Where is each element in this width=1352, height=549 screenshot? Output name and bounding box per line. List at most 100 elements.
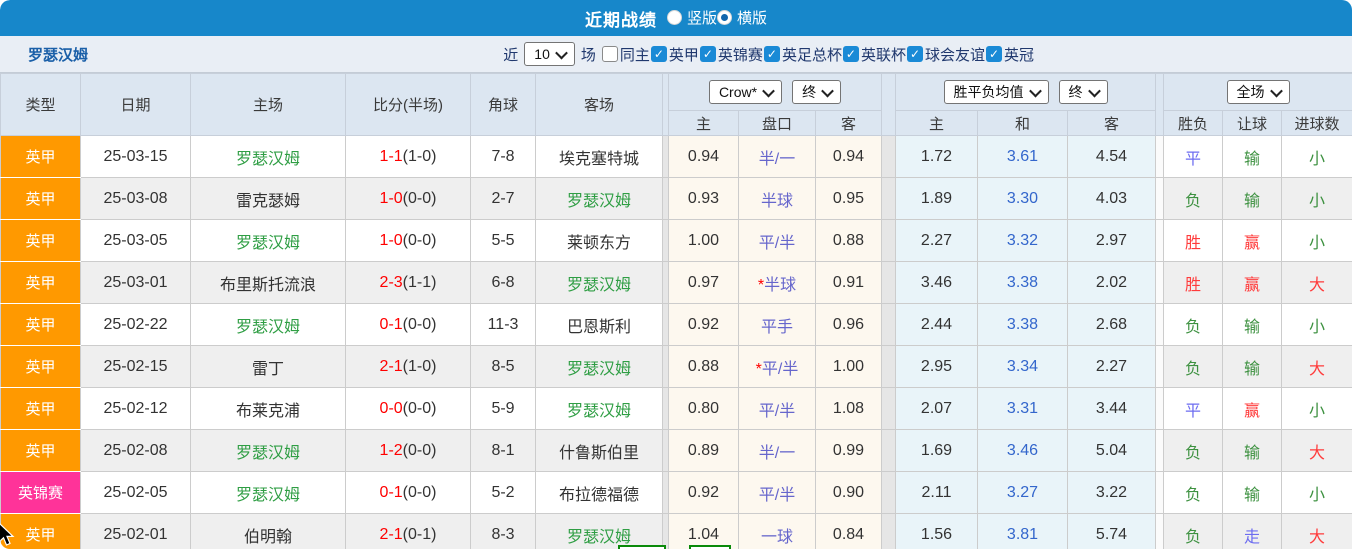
fulltime-score: 1-1: [380, 148, 403, 165]
handicap-line-text: 半球: [764, 277, 796, 294]
away-team-cell[interactable]: 罗瑟汉姆: [536, 388, 663, 430]
handicap-line-cell: 半/一: [739, 430, 816, 472]
col-header-away: 客场: [536, 74, 663, 136]
separator: [1156, 514, 1164, 549]
result-wdl-cell: 负: [1164, 472, 1223, 514]
checkbox-4[interactable]: ✓: [843, 46, 859, 62]
handicap-line-cell: 平/半: [739, 472, 816, 514]
checkbox-label: 球会友谊: [925, 44, 985, 65]
filters: 近 10 场 同主✓英甲✓英锦赛✓英足总杯✓英联杯✓球会友谊✓英冠: [503, 42, 1034, 66]
radio-icon[interactable]: [667, 10, 682, 25]
fulltime-score: 0-0: [380, 400, 403, 417]
col-header-score: 比分(半场): [346, 74, 471, 136]
match-row: 英甲25-03-01布里斯托流浪2-3(1-1)6-8罗瑟汉姆0.97*半球0.…: [1, 262, 1352, 304]
home-team-cell[interactable]: 罗瑟汉姆: [191, 136, 346, 178]
result-handicap-cell: 输: [1223, 136, 1282, 178]
odds-away-cell: 5.74: [1068, 514, 1156, 549]
team-name[interactable]: 罗瑟汉姆: [28, 44, 88, 65]
radio-icon[interactable]: [717, 10, 732, 25]
odds-away-cell: 3.22: [1068, 472, 1156, 514]
layout-radio-vertical[interactable]: 竖版: [667, 7, 717, 28]
away-team-cell[interactable]: 罗瑟汉姆: [536, 514, 663, 549]
handicap-company-select[interactable]: Crow*: [709, 80, 782, 104]
home-team-cell[interactable]: 布里斯托流浪: [191, 262, 346, 304]
away-team-cell[interactable]: 罗瑟汉姆: [536, 346, 663, 388]
home-team-cell[interactable]: 雷丁: [191, 346, 346, 388]
match-row: 英甲25-02-01伯明翰2-1(0-1)8-3罗瑟汉姆1.04一球0.841.…: [1, 514, 1352, 549]
separator: [1156, 346, 1164, 388]
odds-company-select[interactable]: 胜平负均值: [944, 80, 1049, 104]
halftime-score: (0-0): [403, 232, 437, 249]
home-team-cell[interactable]: 雷克瑟姆: [191, 178, 346, 220]
checkbox-1[interactable]: ✓: [651, 46, 667, 62]
checkbox-5[interactable]: ✓: [907, 46, 923, 62]
checkbox-2[interactable]: ✓: [700, 46, 716, 62]
chevron-down-icon: [821, 84, 834, 97]
away-team-cell[interactable]: 巴恩斯利: [536, 304, 663, 346]
layout-radio-horizontal[interactable]: 横版: [717, 7, 767, 28]
matches-count-select[interactable]: 10: [524, 42, 575, 66]
handicap-time-select[interactable]: 终: [792, 80, 841, 104]
date-cell: 25-02-15: [81, 346, 191, 388]
away-team-cell[interactable]: 莱顿东方: [536, 220, 663, 262]
handicap-line-cell: *平/半: [739, 346, 816, 388]
odds-home-cell: 2.11: [896, 472, 978, 514]
home-team-cell[interactable]: 伯明翰: [191, 514, 346, 549]
odds-home-cell: 2.44: [896, 304, 978, 346]
score-cell: 1-2(0-0): [346, 430, 471, 472]
checkbox-6[interactable]: ✓: [986, 46, 1002, 62]
separator: [882, 514, 896, 549]
chevron-down-icon: [1270, 84, 1283, 97]
odds-section-header: 胜平负均值 终: [896, 74, 1156, 111]
separator: [1156, 430, 1164, 472]
away-team-cell[interactable]: 罗瑟汉姆: [536, 262, 663, 304]
odds-away-cell: 2.68: [1068, 304, 1156, 346]
result-goals-cell: 小: [1282, 388, 1352, 430]
match-row: 英甲25-03-05罗瑟汉姆1-0(0-0)5-5莱顿东方1.00平/半0.88…: [1, 220, 1352, 262]
filter-item: 同主: [602, 44, 650, 65]
partial-next-section-box: [618, 545, 666, 549]
handicap-line-text: 半/一: [759, 445, 795, 462]
scope-select[interactable]: 全场: [1227, 80, 1290, 104]
corner-cell: 7-8: [471, 136, 536, 178]
result-goals-cell: 大: [1282, 346, 1352, 388]
away-team-cell[interactable]: 罗瑟汉姆: [536, 178, 663, 220]
score-cell: 1-0(0-0): [346, 178, 471, 220]
col-header-let-away: 客: [816, 111, 882, 136]
result-handicap-cell: 赢: [1223, 388, 1282, 430]
home-team-cell[interactable]: 罗瑟汉姆: [191, 220, 346, 262]
games-label: 场: [581, 44, 596, 65]
checkbox-0[interactable]: [602, 46, 618, 62]
odds-time-select[interactable]: 终: [1059, 80, 1108, 104]
col-header-type: 类型: [1, 74, 81, 136]
col-header-home: 主场: [191, 74, 346, 136]
corner-cell: 6-8: [471, 262, 536, 304]
date-cell: 25-03-15: [81, 136, 191, 178]
col-header-date: 日期: [81, 74, 191, 136]
home-team-cell[interactable]: 罗瑟汉姆: [191, 304, 346, 346]
result-handicap-cell: 输: [1223, 472, 1282, 514]
home-team-cell[interactable]: 布莱克浦: [191, 388, 346, 430]
away-team-cell[interactable]: 布拉德福德: [536, 472, 663, 514]
league-type-cell: 英甲: [1, 136, 81, 178]
away-team-cell[interactable]: 什鲁斯伯里: [536, 430, 663, 472]
checkbox-label: 英冠: [1004, 44, 1034, 65]
result-wdl-cell: 胜: [1164, 262, 1223, 304]
radio-label: 横版: [737, 7, 767, 28]
home-team-cell[interactable]: 罗瑟汉姆: [191, 430, 346, 472]
odds-home-cell: 2.95: [896, 346, 978, 388]
col-header-corner: 角球: [471, 74, 536, 136]
league-type-cell: 英锦赛: [1, 472, 81, 514]
home-team-cell[interactable]: 罗瑟汉姆: [191, 472, 346, 514]
handicap-away-odds-cell: 0.96: [816, 304, 882, 346]
halftime-score: (1-1): [403, 274, 437, 291]
checkbox-3[interactable]: ✓: [764, 46, 780, 62]
result-wdl-cell: 负: [1164, 514, 1223, 549]
league-type-cell: 英甲: [1, 178, 81, 220]
filter-item: ✓英甲: [651, 44, 699, 65]
away-team-cell[interactable]: 埃克塞特城: [536, 136, 663, 178]
checkbox-label: 同主: [620, 44, 650, 65]
filter-item: ✓英足总杯: [764, 44, 842, 65]
score-cell: 0-0(0-0): [346, 388, 471, 430]
separator: [882, 262, 896, 304]
